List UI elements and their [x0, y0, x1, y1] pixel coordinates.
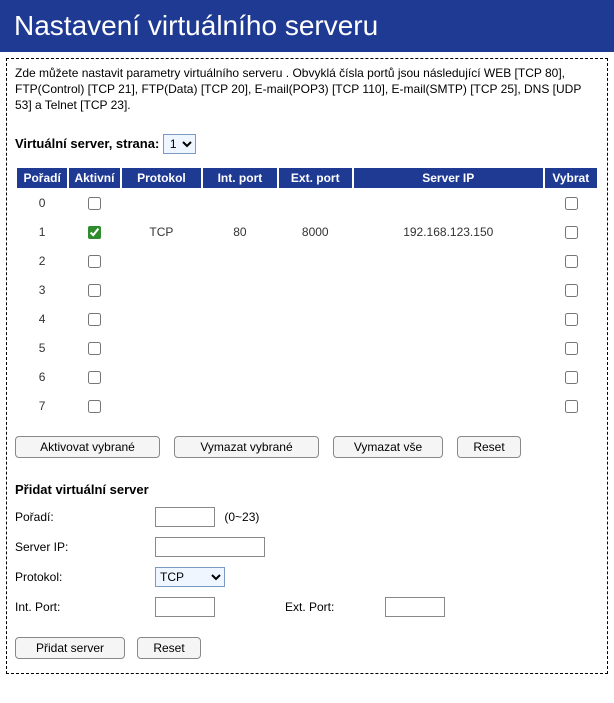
cell-index: 1 [17, 219, 67, 246]
cell-protocol [122, 306, 202, 333]
cell-protocol [122, 364, 202, 391]
table-row: 5 [17, 335, 597, 362]
reset-button[interactable]: Reset [457, 436, 521, 458]
add-server-button[interactable]: Přidat server [15, 637, 125, 659]
cell-int-port [203, 248, 276, 275]
cell-index: 0 [17, 190, 67, 217]
active-checkbox[interactable] [88, 400, 101, 413]
cell-ext-port [279, 393, 352, 420]
ext-port-input[interactable] [385, 597, 445, 617]
reset-form-button[interactable]: Reset [137, 637, 201, 659]
th-protocol: Protokol [122, 168, 202, 188]
cell-int-port [203, 364, 276, 391]
select-checkbox[interactable] [565, 313, 578, 326]
cell-int-port: 80 [203, 219, 276, 246]
cell-int-port [203, 190, 276, 217]
cell-server-ip [354, 335, 543, 362]
select-checkbox[interactable] [565, 226, 578, 239]
clear-all-button[interactable]: Vymazat vše [333, 436, 443, 458]
cell-ext-port [279, 364, 352, 391]
add-server-form: Pořadí: (0~23) Server IP: Protokol: TCP … [15, 507, 599, 617]
cell-ext-port [279, 277, 352, 304]
cell-server-ip [354, 277, 543, 304]
table-row: 4 [17, 306, 597, 333]
table-row: 3 [17, 277, 597, 304]
description-text: Zde můžete nastavit parametry virtuálníh… [15, 65, 599, 114]
th-int-port: Int. port [203, 168, 276, 188]
select-checkbox[interactable] [565, 197, 578, 210]
order-input[interactable] [155, 507, 215, 527]
select-checkbox[interactable] [565, 371, 578, 384]
select-checkbox[interactable] [565, 284, 578, 297]
th-server-ip: Server IP [354, 168, 543, 188]
cell-protocol [122, 248, 202, 275]
content-panel: Zde můžete nastavit parametry virtuálníh… [6, 58, 608, 674]
th-ext-port: Ext. port [279, 168, 352, 188]
activate-selected-button[interactable]: Aktivovat vybrané [15, 436, 160, 458]
table-row: 7 [17, 393, 597, 420]
cell-index: 4 [17, 306, 67, 333]
cell-index: 7 [17, 393, 67, 420]
active-checkbox[interactable] [88, 342, 101, 355]
cell-protocol [122, 277, 202, 304]
cell-index: 5 [17, 335, 67, 362]
table-row: 1 TCP808000192.168.123.150 [17, 219, 597, 246]
select-checkbox[interactable] [565, 342, 578, 355]
active-checkbox[interactable] [88, 255, 101, 268]
cell-index: 2 [17, 248, 67, 275]
active-checkbox[interactable] [88, 197, 101, 210]
table-row: 2 [17, 248, 597, 275]
th-active: Aktivní [69, 168, 119, 188]
th-order: Pořadí [17, 168, 67, 188]
add-server-title: Přidat virtuální server [15, 482, 599, 497]
cell-protocol [122, 335, 202, 362]
active-checkbox[interactable] [88, 226, 101, 239]
protocol-label: Protokol: [15, 570, 155, 584]
virtual-server-table: Pořadí Aktivní Protokol Int. port Ext. p… [15, 166, 599, 422]
cell-ext-port [279, 190, 352, 217]
cell-index: 3 [17, 277, 67, 304]
cell-ext-port [279, 306, 352, 333]
cell-server-ip [354, 393, 543, 420]
cell-int-port [203, 393, 276, 420]
select-checkbox[interactable] [565, 255, 578, 268]
protocol-select[interactable]: TCP [155, 567, 225, 587]
server-ip-label: Server IP: [15, 540, 155, 554]
int-port-input[interactable] [155, 597, 215, 617]
page-select[interactable]: 1 [163, 134, 196, 154]
add-buttons: Přidat server Reset [15, 637, 599, 659]
page-select-label: Virtuální server, strana: [15, 136, 159, 151]
cell-server-ip: 192.168.123.150 [354, 219, 543, 246]
cell-server-ip [354, 364, 543, 391]
server-ip-input[interactable] [155, 537, 265, 557]
cell-protocol [122, 393, 202, 420]
cell-server-ip [354, 190, 543, 217]
cell-protocol [122, 190, 202, 217]
active-checkbox[interactable] [88, 284, 101, 297]
cell-index: 6 [17, 364, 67, 391]
th-select: Vybrat [545, 168, 597, 188]
page-select-row: Virtuální server, strana: 1 [15, 134, 599, 154]
active-checkbox[interactable] [88, 313, 101, 326]
cell-server-ip [354, 248, 543, 275]
cell-server-ip [354, 306, 543, 333]
page-title: Nastavení virtuálního serveru [0, 0, 614, 52]
cell-int-port [203, 306, 276, 333]
select-checkbox[interactable] [565, 400, 578, 413]
ext-port-label: Ext. Port: [285, 600, 385, 614]
order-label: Pořadí: [15, 510, 155, 524]
table-row: 6 [17, 364, 597, 391]
cell-protocol: TCP [122, 219, 202, 246]
table-row: 0 [17, 190, 597, 217]
active-checkbox[interactable] [88, 371, 101, 384]
order-hint: (0~23) [224, 510, 259, 524]
table-buttons: Aktivovat vybrané Vymazat vybrané Vymaza… [15, 436, 599, 458]
cell-int-port [203, 335, 276, 362]
int-port-label: Int. Port: [15, 600, 155, 614]
clear-selected-button[interactable]: Vymazat vybrané [174, 436, 319, 458]
cell-ext-port [279, 248, 352, 275]
cell-ext-port [279, 335, 352, 362]
cell-ext-port: 8000 [279, 219, 352, 246]
cell-int-port [203, 277, 276, 304]
